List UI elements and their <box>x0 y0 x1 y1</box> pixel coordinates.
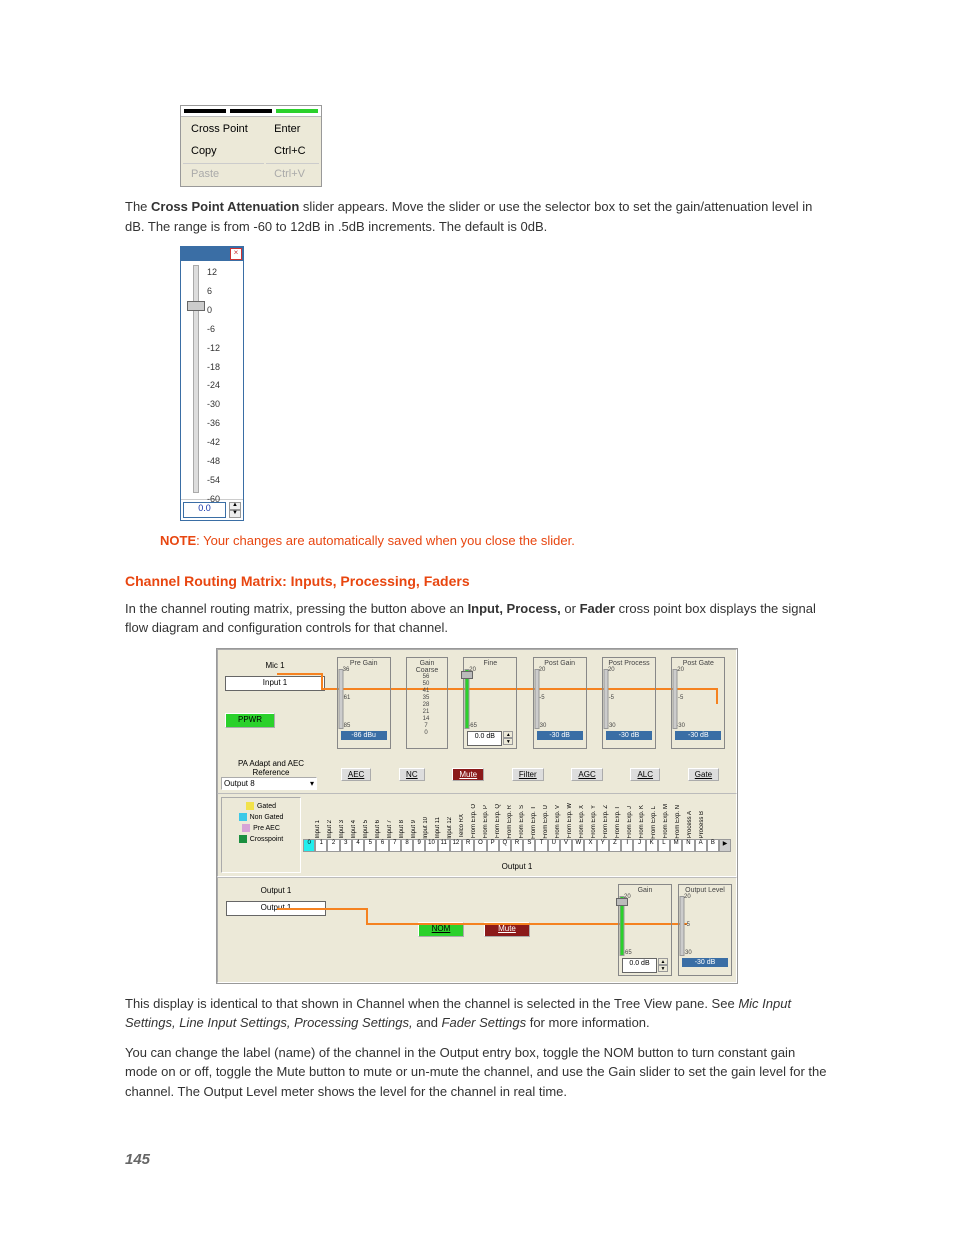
matrix-cell[interactable]: 12 <box>450 839 462 852</box>
menu-item-copy[interactable]: Copy Ctrl+C <box>183 141 319 161</box>
matrix-cell[interactable]: Z <box>609 839 621 852</box>
output-gain-spinner[interactable]: ▲▼ <box>658 958 668 973</box>
input-name-field[interactable]: Input 1 <box>225 676 325 691</box>
nom-button[interactable]: NOM <box>418 922 464 937</box>
context-menu-figure: Cross Point Enter Copy Ctrl+C Paste Ctrl… <box>180 105 322 187</box>
note-autosave: NOTE: Your changes are automatically sav… <box>160 531 829 551</box>
matrix-cell[interactable]: P <box>487 839 499 852</box>
filter-button[interactable]: Filter <box>512 768 544 781</box>
slider-ticks: 12 6 0 -6 -12 -18 -24 -30 -36 -42 -48 -5… <box>207 263 220 509</box>
matrix-cell[interactable]: W <box>572 839 584 852</box>
section-heading-routing-matrix: Channel Routing Matrix: Inputs, Processi… <box>125 573 829 589</box>
matrix-cell[interactable]: X <box>584 839 596 852</box>
matrix-cell[interactable]: 1 <box>315 839 327 852</box>
matrix-cell[interactable]: 9 <box>413 839 425 852</box>
output-level-meter: Output Level 20-5-30 -30 dB <box>678 884 732 976</box>
matrix-cell[interactable]: 3 <box>340 839 352 852</box>
output-label: Output 1 <box>226 886 326 895</box>
matrix-col-headers: Input 1Input 2Input 3Input 4Input 5Input… <box>303 799 731 839</box>
attenuation-slider-popup: × 12 6 0 -6 -12 -18 -24 -30 -36 -42 -48 <box>180 246 244 521</box>
matrix-cell[interactable]: 6 <box>376 839 388 852</box>
menu-item-paste: Paste Ctrl+V <box>183 163 319 184</box>
output-gain-value[interactable]: 0.0 dB <box>622 958 657 973</box>
close-icon[interactable]: × <box>230 248 242 260</box>
gain-coarse-slider[interactable]: Gain Coarse 56 50 41 35 28 21 14 7 0 <box>406 657 448 749</box>
matrix-cell[interactable]: I <box>621 839 633 852</box>
attenuation-spinner[interactable]: ▲▼ <box>229 502 241 518</box>
matrix-cell[interactable]: S <box>523 839 535 852</box>
mute-button[interactable]: Mute <box>452 768 484 781</box>
matrix-cell[interactable]: N <box>682 839 694 852</box>
context-menu-items: Cross Point Enter Copy Ctrl+C Paste Ctrl… <box>181 116 321 186</box>
matrix-cell[interactable]: 10 <box>425 839 437 852</box>
fine-spinner[interactable]: ▲▼ <box>503 731 513 746</box>
matrix-cell[interactable]: 4 <box>352 839 364 852</box>
matrix-cell[interactable]: T <box>535 839 547 852</box>
matrix-cell[interactable]: 5 <box>364 839 376 852</box>
matrix-row[interactable]: 0123456789101112ROPQRSTUVWXYZIJKLMNAB▶ <box>303 839 731 852</box>
matrix-scroll-right-icon[interactable]: ▶ <box>719 839 731 852</box>
matrix-cell[interactable]: L <box>658 839 670 852</box>
aec-ref-dropdown[interactable]: Output 8▾ <box>221 777 317 790</box>
post-gain-meter: Post Gain 20-5-30 -30 dB <box>533 657 587 749</box>
nc-button[interactable]: NC <box>399 768 425 781</box>
matrix-cell[interactable]: 0 <box>303 839 315 852</box>
agc-button[interactable]: AGC <box>571 768 602 781</box>
output-gain-slider[interactable]: Gain 20-65 0.0 dB ▲▼ <box>618 884 672 976</box>
matrix-cell[interactable]: 8 <box>401 839 413 852</box>
mic-label: Mic 1 <box>225 661 325 670</box>
paragraph-routing-matrix: In the channel routing matrix, pressing … <box>125 599 829 638</box>
matrix-cell[interactable]: 2 <box>327 839 339 852</box>
matrix-legend: Gated Non Gated Pre AEC Crosspoint <box>221 797 301 873</box>
matrix-cell[interactable]: 7 <box>389 839 401 852</box>
post-gate-meter: Post Gate 20-5-30 -30 dB <box>671 657 725 749</box>
paragraph-display-identical: This display is identical to that shown … <box>125 994 829 1033</box>
matrix-cell[interactable]: B <box>707 839 719 852</box>
ppwr-button[interactable]: PPWR <box>225 713 275 728</box>
matrix-row-label: Output 1 <box>303 862 731 871</box>
matrix-cell[interactable]: Q <box>499 839 511 852</box>
output-name-field[interactable]: Output 1 <box>226 901 326 916</box>
paragraph-crosspoint-slider: The Cross Point Attenuation slider appea… <box>125 197 829 236</box>
matrix-cell[interactable]: O <box>474 839 486 852</box>
fine-value-input[interactable]: 0.0 dB <box>467 731 502 746</box>
matrix-cell[interactable]: M <box>670 839 682 852</box>
aec-ref-label: PA Adapt and AEC Reference <box>221 759 321 777</box>
gate-button[interactable]: Gate <box>688 768 719 781</box>
alc-button[interactable]: ALC <box>630 768 660 781</box>
aec-button[interactable]: AEC <box>341 768 371 781</box>
output-mute-button[interactable]: Mute <box>484 922 530 937</box>
post-process-meter: Post Process 20-5-30 -30 dB <box>602 657 656 749</box>
matrix-cell[interactable]: R <box>462 839 474 852</box>
pre-gain-meter: Pre Gain 36-61-85 -86 dBu <box>337 657 391 749</box>
matrix-cell[interactable]: V <box>560 839 572 852</box>
fine-slider[interactable]: Fine 20-65 0.0 dB ▲▼ <box>463 657 517 749</box>
matrix-cell[interactable]: A <box>695 839 707 852</box>
matrix-cell[interactable]: K <box>646 839 658 852</box>
matrix-cell[interactable]: J <box>633 839 645 852</box>
menu-item-crosspoint[interactable]: Cross Point Enter <box>183 119 319 139</box>
page-number: 145 <box>125 1151 829 1168</box>
attenuation-slider[interactable]: 12 6 0 -6 -12 -18 -24 -30 -36 -42 -48 -5… <box>181 265 243 495</box>
paragraph-output-controls: You can change the label (name) of the c… <box>125 1043 829 1102</box>
signal-flow-figure: Mic 1 Input 1 PPWR Pre Gain 36-61-85 -86… <box>216 648 738 984</box>
matrix-cell[interactable]: Y <box>597 839 609 852</box>
matrix-cell[interactable]: R <box>511 839 523 852</box>
matrix-cell[interactable]: U <box>548 839 560 852</box>
matrix-cell[interactable]: 11 <box>438 839 450 852</box>
